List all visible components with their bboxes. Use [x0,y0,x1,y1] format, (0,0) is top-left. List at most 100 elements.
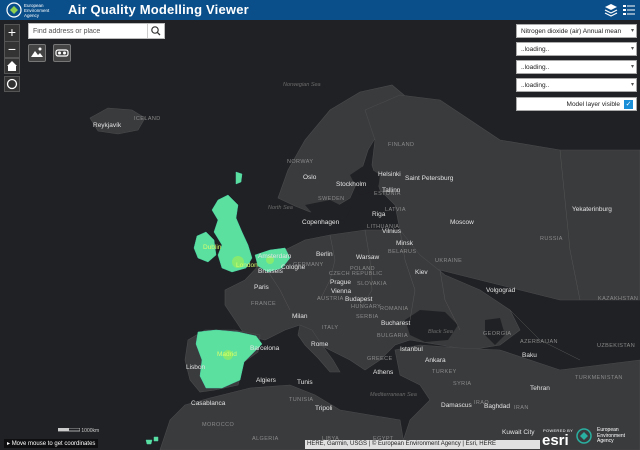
city-label: Istanbul [400,346,423,353]
city-label: Baku [522,352,537,359]
resolution-select[interactable]: ..loading.. ▾ [516,78,637,92]
basemap-icon [31,47,43,57]
city-label: Casablanca [191,400,226,407]
city-label: Warsaw [356,254,380,261]
locate-icon [6,78,18,90]
country-label: AZERBAIJAN [520,339,558,345]
search-input[interactable] [29,24,148,38]
city-label: Madrid [217,351,237,358]
model-layer-checkbox[interactable]: ✓ [624,100,633,109]
country-label: GEORGIA [483,331,512,337]
country-label: TURKEY [432,369,457,375]
scale-bar-label: 1000km [81,428,100,434]
city-label: Dublin [203,244,222,251]
country-label: RUSSIA [540,236,563,242]
country-label: IRAN [514,405,529,411]
city-label: Reykjavík [93,122,122,129]
city-label: Oslo [303,174,317,181]
coordinates-text: Move mouse to get coordinates [11,441,96,447]
city-label: Rome [311,341,329,348]
scale-bar: 1000km [57,427,100,434]
city-label: Tunis [297,379,313,386]
pollutant-select[interactable]: Nitrogen dioxide (air) Annual mean ▾ [516,24,637,38]
country-label: UKRAINE [435,258,463,264]
country-label: SERBIA [356,314,379,320]
esri-brand-text: esri [542,432,569,449]
country-label: SWEDEN [318,196,345,202]
country-label: KAZAKHSTAN [598,296,639,302]
search-box [28,23,165,39]
city-label: Baghdad [484,403,511,410]
city-label: Cologne [281,264,306,271]
year-select[interactable]: ..loading.. ▾ [516,42,637,56]
model-layer-toggle[interactable]: Model layer visible ✓ [516,97,637,111]
country-label: UZBEKISTAN [597,343,636,349]
chevron-down-icon: ▾ [630,46,634,52]
country-label: FRANCE [251,301,277,307]
scale-bar-graphic [57,427,81,432]
city-label: Moscow [450,219,474,226]
search-button[interactable] [147,24,164,38]
country-label: BELARUS [388,249,417,255]
model-layer-label: Model layer visible [566,101,620,108]
country-label: FINLAND [388,142,415,148]
country-label: AUSTRIA [317,296,344,302]
city-label: Amsterdam [258,253,292,260]
city-label: Ankara [425,357,446,364]
basemap-button[interactable] [28,44,46,62]
sea-label: Black Sea [428,329,453,335]
layers-icon[interactable] [604,3,618,17]
city-label: Lisbon [186,364,206,371]
model-select[interactable]: ..loading.. ▾ [516,60,637,74]
city-label: London [236,262,258,269]
sea-label: North Sea [268,205,293,211]
city-label: Athens [373,369,394,376]
city-label: Milan [292,313,308,320]
country-label: TURKMENISTAN [575,375,623,381]
city-label: Yekaterinburg [572,206,612,213]
country-label: LATVIA [385,207,406,213]
compare-button[interactable] [53,44,71,62]
home-button[interactable] [4,58,20,74]
country-label: HUNGARY [351,304,382,310]
sea-label: Mediterranean Sea [370,392,417,398]
city-label: Bucharest [381,320,411,327]
country-label: NORWAY [287,159,314,165]
city-label: Paris [254,284,269,291]
compare-icon [55,49,69,57]
app-window: Norwegian Sea North Sea Black Sea Mediterra… [0,0,640,450]
city-label: Brussels [258,268,283,275]
zoom-out-button[interactable]: − [5,41,19,57]
zoom-in-button[interactable]: + [5,25,19,41]
map-attribution[interactable]: HERE, Garmin, USGS | © European Environm… [305,440,540,449]
city-label: Prague [330,279,351,286]
page-title: Air Quality Modelling Viewer [68,2,249,17]
city-label: Riga [372,211,386,218]
city-label: Tripoli [315,405,333,412]
legend-list-icon[interactable] [622,3,636,17]
city-label: Kiev [415,269,428,276]
locate-button[interactable] [4,76,20,92]
app-header: European Environment Agency Air Quality … [0,0,640,20]
country-label: ICELAND [134,116,161,122]
chevron-down-icon: ▾ [630,28,634,34]
city-label: Stockholm [336,181,367,188]
model-select-value: ..loading.. [521,64,550,71]
city-label: Damascus [441,402,472,409]
country-label: ALGERIA [252,436,279,442]
city-label: Minsk [396,240,413,247]
city-label: Copenhagen [302,219,340,226]
city-label: Volgograd [486,287,516,294]
pollutant-select-value: Nitrogen dioxide (air) Annual mean [521,28,622,35]
city-label: Helsinki [378,171,401,178]
country-label: BULGARIA [377,333,409,339]
country-label: ITALY [322,325,339,331]
year-select-value: ..loading.. [521,46,550,53]
city-label: Kuwait City [502,429,535,436]
chevron-down-icon: ▾ [630,64,634,70]
city-label: Algiers [256,377,276,384]
eea-footer-logo-icon [576,428,592,444]
country-label: ROMANIA [380,306,409,312]
country-label: TUNISIA [289,397,314,403]
country-label: CZECH REPUBLIC [329,271,383,277]
